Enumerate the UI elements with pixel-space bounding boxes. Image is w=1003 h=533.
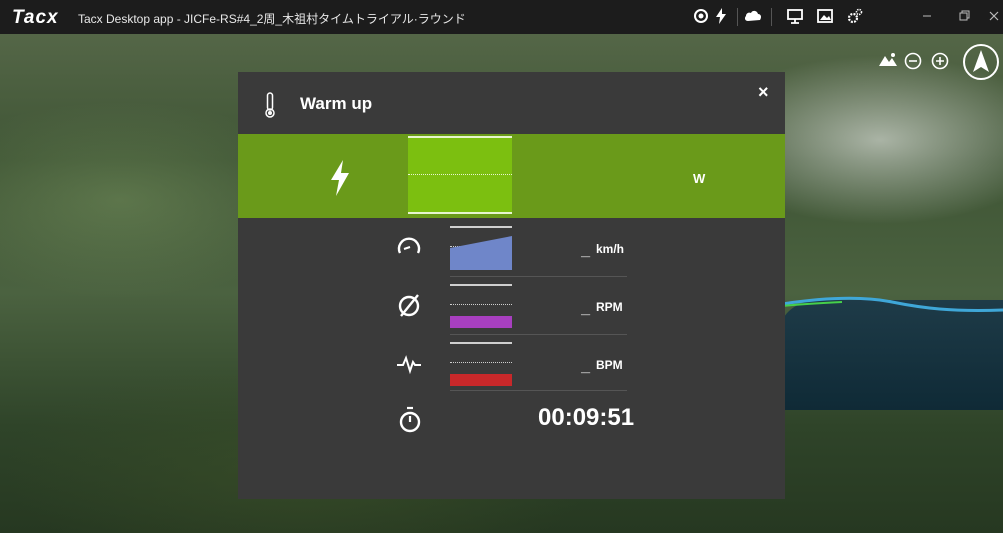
sensor-icon[interactable] — [692, 8, 710, 26]
warm-up-panel: Warm up × W _ km/h _ RPM _ BPM 00:09:51 — [238, 72, 785, 499]
zoom-in-icon[interactable] — [930, 52, 950, 72]
thermometer-icon — [265, 92, 275, 118]
terrain-icon[interactable] — [878, 52, 898, 72]
close-icon[interactable] — [985, 8, 1003, 26]
stopwatch-icon — [399, 406, 421, 433]
cadence-value: _ — [581, 300, 590, 317]
heart-rate-value: _ — [581, 358, 590, 375]
cadence-row: _ RPM — [238, 278, 785, 334]
restore-icon[interactable] — [955, 8, 973, 26]
screen-icon[interactable] — [786, 8, 804, 26]
panel-header: Warm up × — [238, 72, 785, 134]
row-divider — [450, 334, 627, 335]
window-title: Tacx Desktop app - JICFe-RS#4_2周_木祖村タイムト… — [78, 12, 466, 26]
title-bar: Tacx Tacx Desktop app - JICFe-RS#4_2周_木祖… — [0, 0, 1003, 34]
cloud-icon[interactable] — [744, 8, 762, 26]
app-logo: Tacx — [12, 7, 59, 28]
speed-value: _ — [581, 242, 590, 259]
speed-unit: km/h — [596, 242, 625, 256]
heart-rate-row: _ BPM — [238, 336, 785, 392]
timer-value: 00:09:51 — [538, 404, 635, 431]
route-line — [782, 296, 1003, 313]
toolbar-divider — [737, 8, 738, 26]
settings-icon[interactable] — [846, 8, 864, 26]
power-graph — [408, 136, 512, 214]
cadence-unit: RPM — [596, 300, 623, 314]
zoom-out-icon[interactable] — [903, 52, 923, 72]
image-icon[interactable] — [816, 8, 834, 26]
panel-title: Warm up — [300, 94, 373, 113]
heart-rate-graph — [450, 342, 512, 386]
toolbar-divider — [771, 8, 772, 26]
speedometer-icon — [397, 237, 421, 254]
lightning-icon[interactable] — [712, 8, 730, 26]
power-row: W — [238, 134, 785, 218]
cadence-graph — [450, 284, 512, 328]
minimize-icon[interactable] — [918, 8, 936, 26]
speed-row: _ km/h — [238, 220, 785, 276]
row-divider — [450, 276, 627, 277]
compass-icon[interactable] — [963, 44, 999, 80]
heartbeat-icon — [397, 355, 421, 375]
cadence-icon — [398, 294, 420, 317]
power-unit: W — [693, 171, 706, 186]
close-panel-button[interactable]: × — [758, 82, 769, 103]
row-divider — [450, 390, 627, 391]
power-icon — [331, 160, 349, 196]
speed-graph — [450, 226, 512, 270]
heart-rate-unit: BPM — [596, 358, 623, 372]
